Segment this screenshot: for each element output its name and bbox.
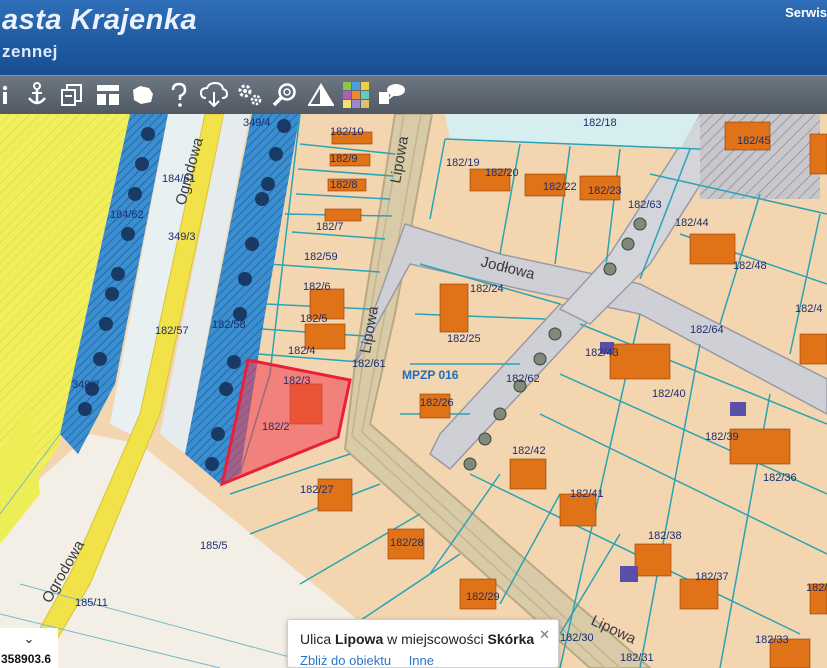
color-grid-icon xyxy=(343,82,369,108)
parcel-label: 182/37 xyxy=(695,571,729,583)
parcel-label: 349/2 xyxy=(72,379,100,391)
parcel-label: 182/61 xyxy=(352,358,386,370)
map-svg[interactable]: 349/4 182/10 182/9 182/8 182/7 182/59 182/6 182… xyxy=(0,114,827,668)
parcel-label: 182/40 xyxy=(652,388,686,400)
layout-button[interactable] xyxy=(91,79,124,112)
measure-button[interactable] xyxy=(304,79,337,112)
parcel-label: 182/9 xyxy=(330,153,358,165)
comment-icon xyxy=(378,84,405,104)
parcel-label: 182/57 xyxy=(155,325,189,337)
parcel-label: 182/34 xyxy=(806,582,827,594)
parcel-label: 182/64 xyxy=(690,324,724,336)
parcel-label: 182/48 xyxy=(733,260,767,272)
parcel-label: 182/59 xyxy=(304,251,338,263)
popup-street: Lipowa xyxy=(335,631,384,647)
parcel-label: 182/36 xyxy=(763,472,797,484)
parcel-label: 182/24 xyxy=(470,283,504,295)
parcel-label: 182/63 xyxy=(628,199,662,211)
map-shape-button[interactable] xyxy=(127,79,160,112)
settings-icon xyxy=(238,84,261,106)
feature-popup: Ulica Lipowa w miejscowości Skórka ✕ Zbl… xyxy=(287,619,559,668)
parcel-label: 182/18 xyxy=(583,117,617,129)
parcel-label: 182/27 xyxy=(300,484,334,496)
layout-icon xyxy=(96,85,119,105)
parcel-label: 182/39 xyxy=(705,431,739,443)
parcel-label: 182/28 xyxy=(390,537,424,549)
anchor-icon xyxy=(27,82,46,105)
parcel-label: 182/20 xyxy=(485,167,519,179)
parcel-label: 349/3 xyxy=(168,231,196,243)
zoom-to-object-link[interactable]: Zbliż do obiektu xyxy=(300,653,391,668)
popup-title: Ulica Lipowa w miejscowości Skórka xyxy=(300,631,534,647)
map-canvas[interactable]: 349/4 182/10 182/9 182/8 182/7 182/59 182/6 182… xyxy=(0,114,827,668)
map-shape-icon xyxy=(133,86,153,104)
parcel-label: 182/8 xyxy=(330,179,358,191)
other-link[interactable]: Inne xyxy=(409,653,434,668)
parcel-label: 182/5 xyxy=(300,313,328,325)
chevron-down-icon: ⌄ xyxy=(23,631,35,646)
zone-label: MPZP 016 xyxy=(402,368,459,382)
layers-copy-button[interactable] xyxy=(56,79,89,112)
cloud-download-button[interactable] xyxy=(198,79,231,112)
coords-readout: 358903.6 xyxy=(0,650,58,668)
parcel-label: 182/19 xyxy=(446,157,480,169)
parcel-label: 182/38 xyxy=(648,530,682,542)
parcel-label: 182/62 xyxy=(506,373,540,385)
layers-copy-icon xyxy=(61,84,82,106)
help-icon xyxy=(171,82,186,107)
parcel-label: 182/10 xyxy=(330,126,364,138)
parcel-label: 182/3 xyxy=(283,375,311,387)
info-button[interactable] xyxy=(0,79,14,112)
cloud-download-icon xyxy=(200,82,228,108)
parcel-label: 182/25 xyxy=(447,333,481,345)
parcel-label: 182/22 xyxy=(543,181,577,193)
zoom-search-icon xyxy=(272,83,296,107)
parcel-label: 184/62 xyxy=(110,209,144,221)
measure-icon xyxy=(307,83,334,106)
close-icon[interactable]: ✕ xyxy=(539,627,550,643)
coords-toggle[interactable]: ⌄ xyxy=(0,628,58,650)
parcel-label: 182/4 xyxy=(288,345,316,357)
parcel-label: 182/42 xyxy=(512,445,546,457)
parcel-label: 182/30 xyxy=(560,632,594,644)
parcel-label: 182/29 xyxy=(466,591,500,603)
parcel-label: 182/41 xyxy=(570,488,604,500)
info-icon xyxy=(3,85,8,104)
parcel-label: 185/5 xyxy=(200,540,228,552)
popup-middle: w miejscowości xyxy=(383,631,488,647)
map-toolbar xyxy=(0,75,827,114)
parcel-label: 182/58 xyxy=(212,319,246,331)
comment-button[interactable] xyxy=(375,79,408,112)
color-grid-button[interactable] xyxy=(340,79,373,112)
popup-prefix: Ulica xyxy=(300,631,336,647)
parcel-label: 182/43 xyxy=(585,347,619,359)
app-subtitle: zennej xyxy=(2,42,58,61)
settings-button[interactable] xyxy=(233,79,266,112)
parcel-label: 182/31 xyxy=(620,652,654,664)
parcel-label: 182/33 xyxy=(755,634,789,646)
app-header: asta Krajenka zennej Serwis xyxy=(0,0,827,75)
service-link[interactable]: Serwis xyxy=(785,5,827,20)
help-button[interactable] xyxy=(162,79,195,112)
parcel-label: 182/44 xyxy=(675,217,709,229)
anchor-button[interactable] xyxy=(20,79,53,112)
popup-town: Skórka xyxy=(487,631,535,647)
parcel-label: 349/4 xyxy=(243,117,271,129)
parcel-label: 182/23 xyxy=(588,185,622,197)
parcel-label: 182/26 xyxy=(420,397,454,409)
app-title: asta Krajenka xyxy=(2,4,198,36)
parcel-label: 182/2 xyxy=(262,421,290,433)
parcel-label: 182/45 xyxy=(737,135,771,147)
parcel-label: 185/11 xyxy=(75,597,108,609)
parcel-label: 182/6 xyxy=(303,281,331,293)
parcel-label: 182/4 xyxy=(795,303,823,315)
zoom-search-button[interactable] xyxy=(269,79,302,112)
parcel-label: 182/7 xyxy=(316,221,344,233)
